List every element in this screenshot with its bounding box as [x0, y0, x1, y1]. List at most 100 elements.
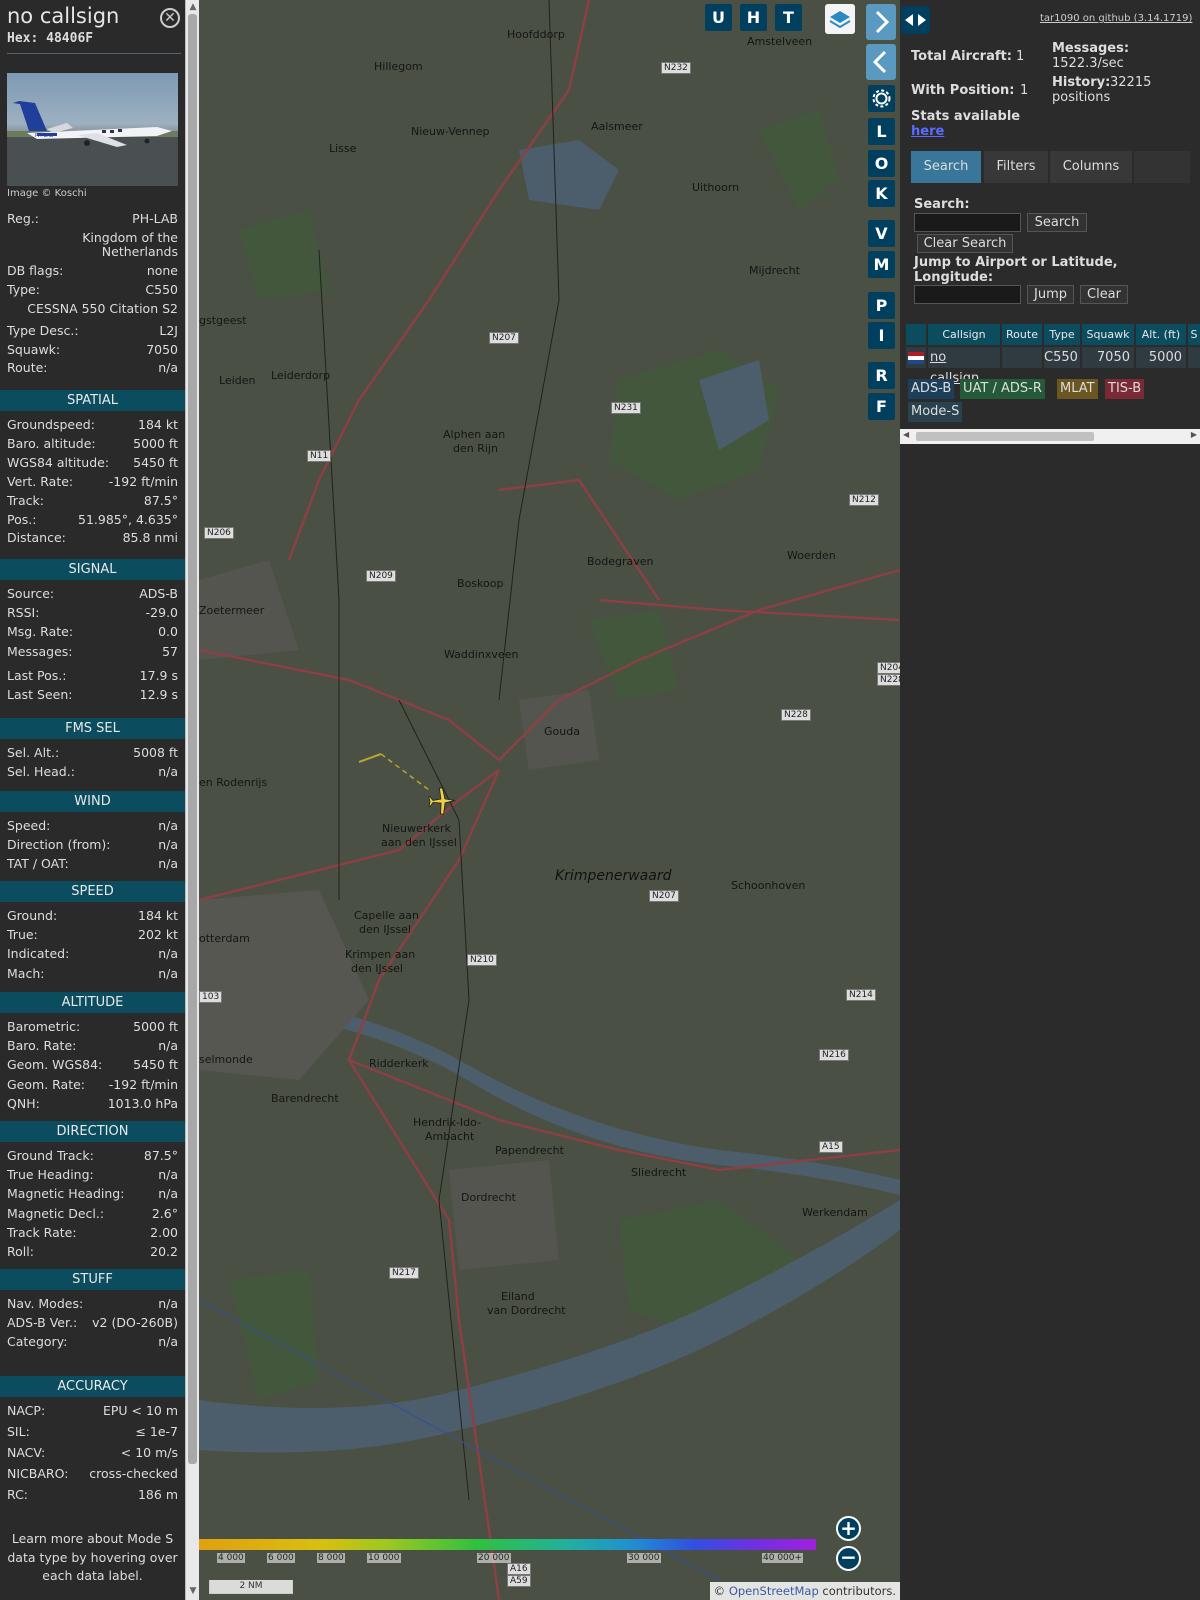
toggle-t-button[interactable]: T [775, 4, 802, 31]
aircraft-photo[interactable]: PH-LAB [7, 73, 178, 186]
openstreetmap-link[interactable]: OpenStreetMap [729, 1584, 819, 1598]
toggle-o-button[interactable]: O [868, 150, 895, 177]
aircraft-list-panel: tar1090 on github (3.14.1719) Total Airc… [900, 0, 1200, 1600]
toggle-p-button[interactable]: P [868, 292, 895, 319]
detail-value: n/a [158, 1038, 178, 1053]
zoom-in-button[interactable]: + [836, 1516, 861, 1541]
col-type[interactable]: Type [1044, 324, 1080, 345]
col-callsign[interactable]: Callsign [928, 324, 1000, 345]
scroll-right-icon[interactable]: ▶ [1191, 430, 1197, 439]
table-row-flag[interactable] [906, 347, 926, 368]
clear-button[interactable]: Clear [1080, 285, 1128, 304]
col-squawk[interactable]: Squawk [1082, 324, 1134, 345]
tab-filters[interactable]: Filters [984, 151, 1048, 183]
col-altitude[interactable]: Alt. (ft) [1136, 324, 1186, 345]
toggle-m-button[interactable]: M [868, 251, 895, 278]
map-place-label: Alphen aan [443, 428, 506, 441]
badge-adsb[interactable]: ADS-B [908, 379, 955, 399]
scroll-up-icon[interactable]: ▲ [188, 2, 198, 12]
scroll-left-icon[interactable]: ◀ [903, 430, 909, 439]
search-input[interactable] [914, 213, 1021, 232]
detail-label: Mach: [7, 966, 45, 981]
scale-bar: 2 NM [209, 1580, 293, 1594]
close-icon[interactable]: ✕ [160, 8, 180, 28]
collapse-left-button[interactable] [866, 44, 896, 80]
detail-label: Reg.: [7, 211, 39, 226]
toggle-r-button[interactable]: R [868, 362, 895, 389]
table-row-type[interactable]: C550 [1044, 347, 1080, 368]
toggle-l-button[interactable]: L [868, 118, 895, 145]
jump-label-line2: Longitude: [914, 270, 994, 285]
aircraft-info-sidebar: no callsign Hex: 48406F ✕ PH-LAB Image ©… [0, 0, 185, 1600]
expand-arrows-icon [905, 14, 926, 26]
badge-tisb[interactable]: TIS-B [1105, 379, 1145, 399]
detail-value: 186 m [137, 1487, 178, 1502]
detail-value: 184 kt [138, 908, 178, 923]
table-row-altitude[interactable]: 5000 [1136, 347, 1186, 368]
chevron-right-icon [875, 10, 890, 34]
scroll-down-icon[interactable]: ▼ [188, 1586, 198, 1596]
detail-value: 85.8 nmi [122, 530, 178, 545]
gear-icon [872, 89, 891, 108]
table-row-speed[interactable] [1188, 347, 1200, 368]
detail-label: ADS-B Ver.: [7, 1315, 78, 1330]
github-link[interactable]: tar1090 on github (3.14.1719) [1040, 13, 1192, 24]
tab-columns[interactable]: Columns [1050, 151, 1132, 183]
toggle-i-button[interactable]: I [868, 322, 895, 349]
col-route[interactable]: Route [1002, 324, 1042, 345]
settings-button[interactable] [868, 85, 895, 112]
map-place-label: Hendrik-Ido- [413, 1116, 482, 1129]
jump-button[interactable]: Jump [1027, 285, 1074, 304]
table-row-callsign[interactable]: no callsign [928, 347, 1000, 386]
map-view[interactable]: Hoofddorp Amstelveen Hillegom Nieuw-Vennep A… [199, 0, 900, 1600]
toggle-u-button[interactable]: U [705, 4, 732, 31]
table-scroll-thumb[interactable] [916, 432, 1094, 441]
altitude-scale-label: 4 000 [217, 1553, 245, 1563]
sidebar-scrollbar[interactable]: ▲ ▼ [185, 0, 199, 1600]
detail-value: 0.0 [158, 624, 178, 639]
toggle-sidebar-button[interactable] [901, 6, 930, 34]
detail-label: Type Desc.: [7, 323, 79, 338]
map-place-label: Uithoorn [692, 181, 740, 194]
detail-label: Track: [7, 493, 44, 508]
detail-label: Squawk: [7, 342, 61, 357]
image-credit: Image © Koschi [7, 188, 87, 199]
detail-value: 87.5° [143, 493, 178, 508]
detail-value: 12.9 s [139, 687, 178, 702]
jump-input[interactable] [914, 285, 1021, 304]
detail-label: Sel. Head.: [7, 764, 75, 779]
tab-search[interactable]: Search [911, 151, 981, 183]
badge-uat[interactable]: UAT / ADS-R [960, 379, 1045, 399]
search-button[interactable]: Search [1027, 213, 1087, 232]
map-place-label: Eiland [501, 1290, 535, 1303]
toggle-h-button[interactable]: H [740, 4, 767, 31]
badge-mlat[interactable]: MLAT [1057, 379, 1098, 399]
toggle-f-button[interactable]: F [868, 393, 895, 420]
col-speed[interactable]: S [1188, 324, 1200, 345]
table-row-route[interactable] [1002, 347, 1042, 368]
detail-value: -192 ft/min [108, 1077, 178, 1092]
detail-label: Vert. Rate: [7, 474, 74, 489]
detail-value: n/a [158, 946, 178, 961]
badge-modes[interactable]: Mode-S [908, 402, 963, 422]
toggle-k-button[interactable]: K [868, 180, 895, 207]
detail-label: Sel. Alt.: [7, 745, 60, 760]
detail-value: none [146, 263, 178, 278]
zoom-out-button[interactable]: − [836, 1546, 861, 1571]
stats-here-link[interactable]: here [911, 124, 944, 139]
toggle-v-button[interactable]: V [868, 220, 895, 247]
table-scrollbar[interactable]: ◀ ▶ [900, 429, 1200, 444]
map-place-label: otterdam [199, 932, 250, 945]
detail-label: Baro. Rate: [7, 1038, 77, 1053]
attribution-suffix: contributors. [818, 1584, 896, 1598]
detail-label: TAT / OAT: [7, 856, 69, 871]
aircraft-marker-icon[interactable] [427, 786, 457, 816]
expand-right-button[interactable] [866, 4, 896, 40]
clear-search-button[interactable]: Clear Search [917, 234, 1013, 253]
table-row-squawk[interactable]: 7050 [1082, 347, 1134, 368]
detail-value: 5450 ft [133, 1057, 178, 1072]
detail-label: Distance: [7, 530, 66, 545]
layers-button[interactable] [825, 4, 855, 34]
sidebar-scroll-thumb[interactable] [188, 14, 197, 1464]
map-place-label: Gouda [544, 725, 580, 738]
